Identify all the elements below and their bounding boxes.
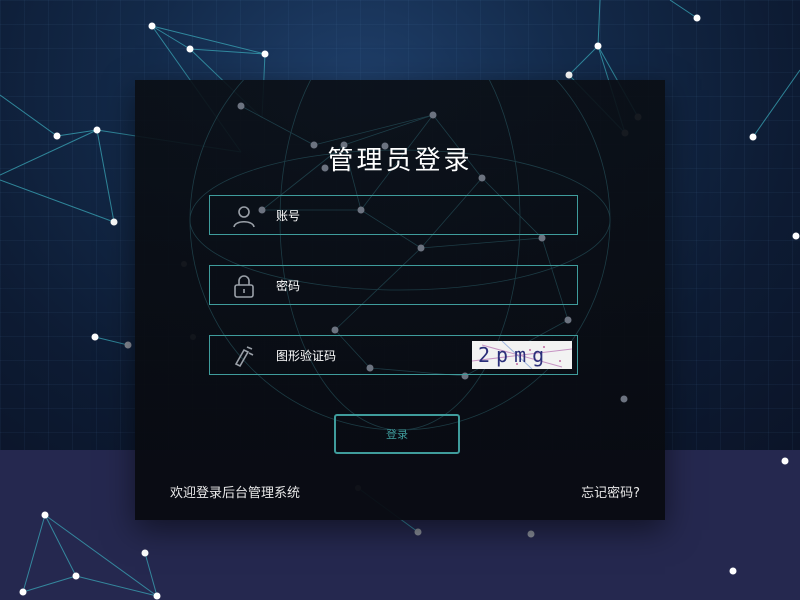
captcha-text: 2pmg (478, 343, 551, 367)
captcha-image[interactable]: 2pmg (472, 341, 572, 369)
welcome-text: 欢迎登录后台管理系统 (170, 486, 301, 501)
captcha-field[interactable]: 图形验证码 2pmg (209, 335, 578, 375)
page-title: 管理员登录 (327, 146, 473, 176)
captcha-icon (232, 344, 256, 368)
captcha-label: 图形验证码 (276, 349, 337, 363)
lock-icon (232, 274, 256, 298)
user-icon (232, 204, 256, 228)
account-field[interactable]: 账号 (209, 195, 578, 235)
login-button[interactable]: 登录 (334, 414, 460, 454)
forgot-password-link[interactable]: 忘记密码? (581, 482, 640, 501)
password-label: 密码 (276, 279, 301, 293)
password-field[interactable]: 密码 (209, 265, 578, 305)
account-label: 账号 (276, 209, 301, 223)
